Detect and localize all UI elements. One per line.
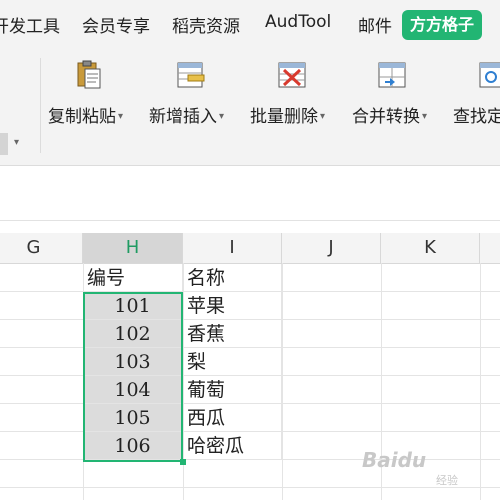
cell-h-id[interactable]: 105 [83, 404, 183, 432]
menu-member-exclusive[interactable]: 会员专享 [82, 12, 150, 37]
find-locate-label: 查找定 [453, 107, 500, 127]
cell-i-name[interactable]: 哈密瓜 [183, 432, 282, 460]
insert-label: 新增插入 ▾ [149, 107, 225, 127]
fill-handle[interactable] [180, 459, 186, 465]
menu-bar: 开发工具 会员专享 稻壳资源 AudTool 邮件 方方格子 [0, 0, 500, 50]
merge-convert-label: 合并转换 ▾ [352, 107, 428, 127]
menu-fangfang-gezi-tab[interactable]: 方方格子 [402, 10, 483, 40]
cell-i-name[interactable]: 香蕉 [183, 320, 282, 348]
column-header-h[interactable]: H [83, 233, 183, 263]
cell-i-name[interactable]: 葡萄 [183, 376, 282, 404]
menu-audtool[interactable]: AudTool [265, 12, 331, 32]
cell-i-header[interactable]: 名称 [183, 264, 282, 292]
baidu-watermark: Baidu [362, 448, 427, 472]
grid-line [282, 263, 283, 500]
insert-rows-icon [176, 60, 206, 90]
cell-i-name[interactable]: 苹果 [183, 292, 282, 320]
find-locate-icon [478, 60, 500, 90]
column-header-i[interactable]: I [183, 233, 282, 263]
merge-convert-icon [377, 60, 407, 90]
menu-developer-tools[interactable]: 开发工具 [0, 12, 60, 37]
cell-i-name[interactable]: 西瓜 [183, 404, 282, 432]
cell-h-id[interactable]: 101 [83, 292, 183, 320]
cell-h-id[interactable]: 104 [83, 376, 183, 404]
column-header-j[interactable]: J [282, 233, 381, 263]
column-header-k[interactable]: K [381, 233, 480, 263]
baidu-watermark-sub: 经验 [436, 474, 458, 487]
grid-line [480, 263, 481, 500]
column-header-row: G H I J K [0, 233, 500, 264]
cell-i-name[interactable]: 梨 [183, 348, 282, 376]
formula-bar-area [0, 166, 500, 221]
cell-h-id[interactable]: 103 [83, 348, 183, 376]
cell-h-header[interactable]: 编号 [83, 264, 183, 292]
batch-delete-icon [277, 60, 307, 90]
chevron-down-icon: ▾ [14, 137, 20, 148]
menu-mail[interactable]: 邮件 [358, 12, 392, 37]
copy-paste-label: 复制粘贴 ▾ [48, 107, 124, 127]
ribbon-scroll-control[interactable]: ▾ [0, 133, 26, 155]
column-header-g[interactable]: G [0, 233, 83, 263]
grid-line [0, 487, 500, 488]
clipboard-paste-icon [74, 60, 104, 90]
cell-h-id[interactable]: 102 [83, 320, 183, 348]
ribbon-divider [40, 58, 41, 153]
batch-delete-label: 批量删除 ▾ [250, 107, 326, 127]
ribbon-toolbar: ▾ 复制粘贴 ▾ 新增插入 ▾ 批量删除 ▾ 合并转换 ▾ 查找定 [0, 50, 500, 166]
ribbon-scroll-box [0, 133, 8, 155]
cell-h-id[interactable]: 106 [83, 432, 183, 460]
menu-docer-resources[interactable]: 稻壳资源 [172, 12, 240, 37]
